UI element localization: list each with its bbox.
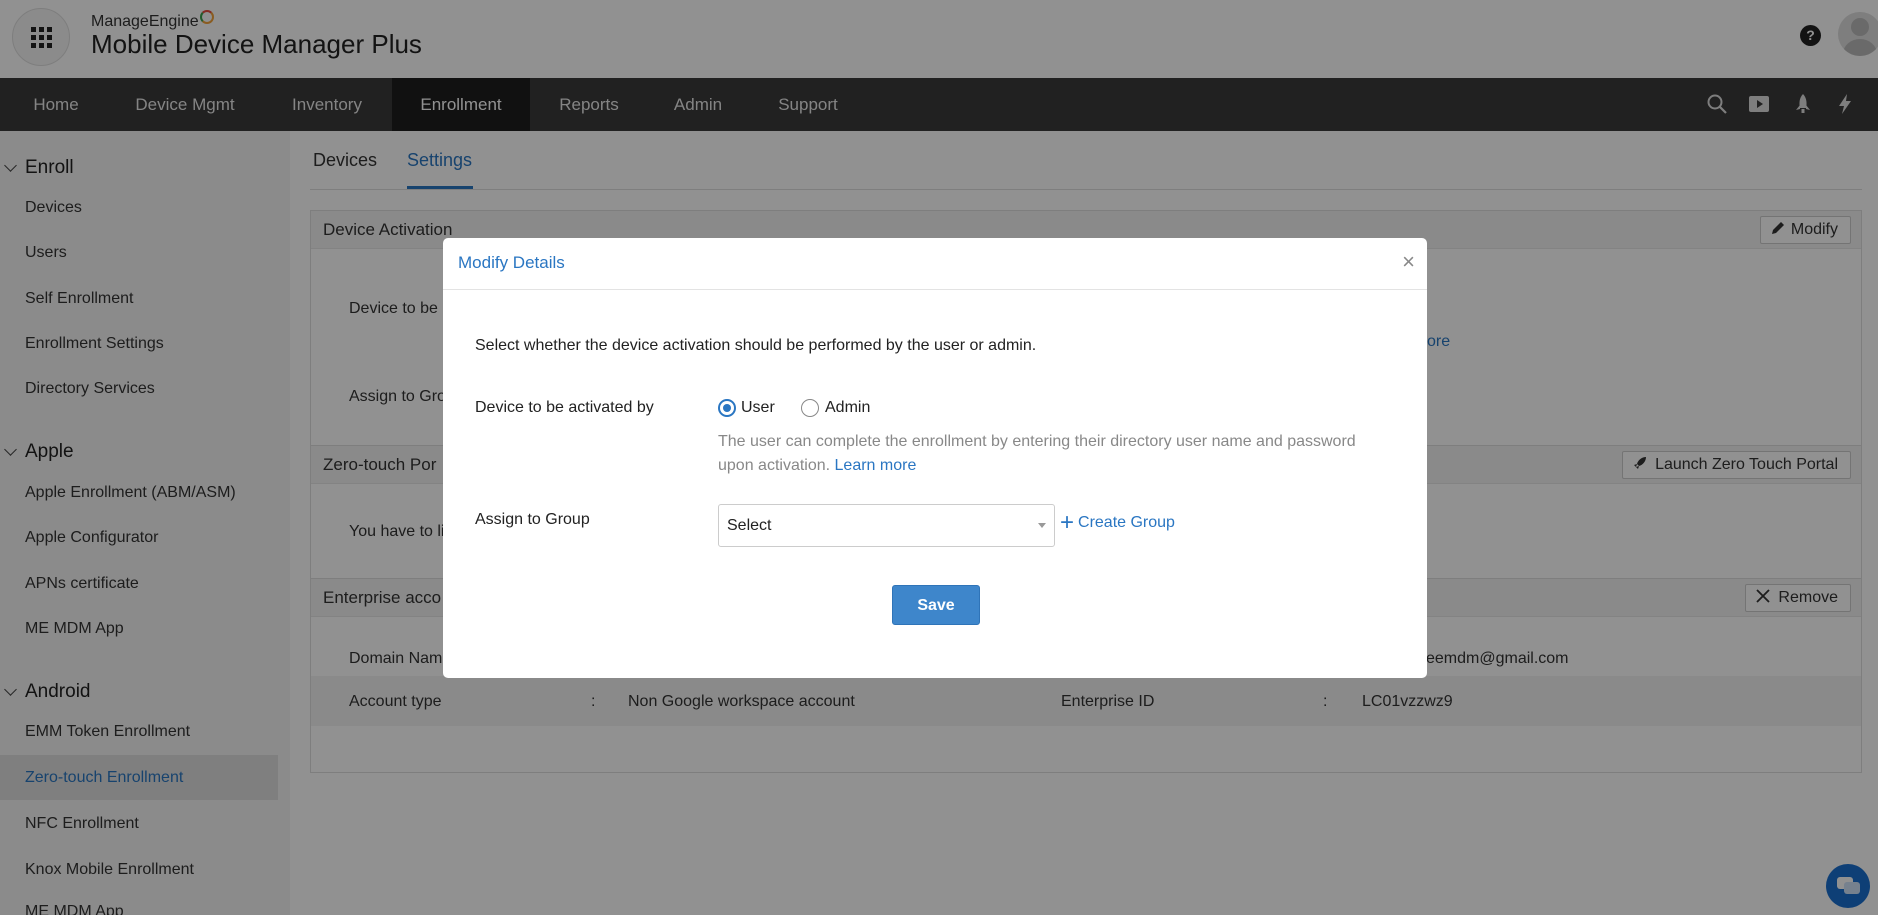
- group-select-value: Select: [727, 517, 772, 534]
- radio-user[interactable]: [718, 399, 736, 417]
- activated-by-label: Device to be activated by: [475, 399, 654, 416]
- create-group-link[interactable]: + Create Group: [1060, 509, 1175, 536]
- dialog-intro-text: Select whether the device activation sho…: [475, 337, 1037, 354]
- modify-details-dialog: Modify Details × Select whether the devi…: [443, 238, 1427, 678]
- radio-user-label[interactable]: User: [741, 399, 775, 417]
- learn-more-link[interactable]: Learn more: [835, 457, 917, 474]
- activation-help-text-2: upon activation. Learn more: [718, 457, 917, 474]
- group-select[interactable]: Select: [718, 504, 1055, 547]
- close-icon[interactable]: ×: [1402, 251, 1415, 273]
- radio-admin[interactable]: [801, 399, 819, 417]
- plus-icon: +: [1060, 509, 1075, 536]
- activation-help-text: The user can complete the enrollment by …: [718, 433, 1356, 450]
- radio-admin-label[interactable]: Admin: [825, 399, 870, 417]
- dialog-header: Modify Details ×: [443, 238, 1427, 290]
- dialog-title: Modify Details: [458, 253, 565, 272]
- assign-group-label: Assign to Group: [475, 511, 590, 528]
- save-button[interactable]: Save: [892, 585, 980, 625]
- caret-down-icon: [1038, 523, 1046, 528]
